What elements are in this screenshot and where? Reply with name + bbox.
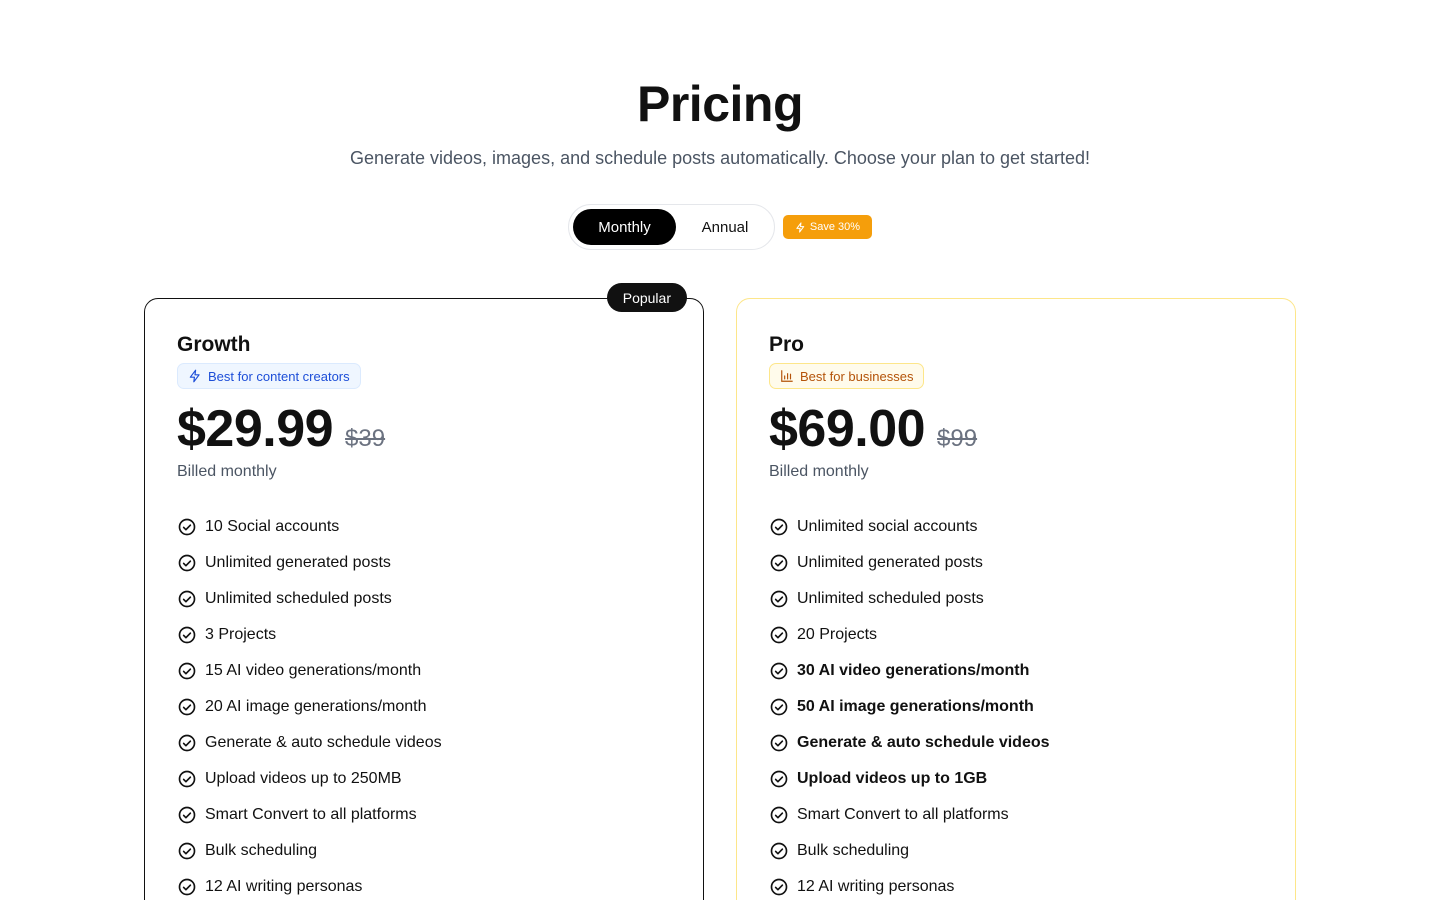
plan-name: Growth [177,333,251,356]
save-badge-label: Save 30% [809,221,861,233]
save-badge: Save 30% [783,215,872,239]
feature-label: 20 AI image generations/month [205,698,427,715]
plan-card-pro: Pro Best for businesses $69.00 $99 Bille… [736,298,1296,900]
feature-item: 20 Projects [769,617,1269,653]
check-circle-icon [770,734,788,752]
feature-label: Upload videos up to 1GB [797,770,988,787]
price-row: $29.99 $39 [177,399,385,459]
feature-item: Upload videos up to 1GB [769,761,1269,797]
plan-tag-label: Best for businesses [800,368,914,384]
check-circle-icon [178,554,196,572]
check-circle-icon [770,590,788,608]
check-circle-icon [770,626,788,644]
feature-item: Unlimited generated posts [177,545,677,581]
check-circle-icon [178,842,196,860]
check-circle-icon [770,770,788,788]
price-row: $69.00 $99 [769,399,977,459]
feature-item: Bulk scheduling [769,833,1269,869]
popular-badge: Popular [606,283,687,312]
check-circle-icon [770,698,788,716]
feature-label: Bulk scheduling [797,842,910,859]
feature-label: 15 AI video generations/month [205,662,422,679]
feature-label: Unlimited generated posts [797,554,983,571]
feature-item: Upload videos up to 250MB [177,761,677,797]
plan-tag: Best for businesses [769,363,925,389]
plan-name: Pro [769,333,805,356]
feature-item: Bulk scheduling [177,833,677,869]
feature-item: Unlimited social accounts [769,509,1269,545]
feature-label: 10 Social accounts [205,518,340,535]
check-circle-icon [178,698,196,716]
plan-tag-label: Best for content creators [208,368,350,384]
feature-label: Unlimited generated posts [205,554,391,571]
plan-card-growth: Popular Growth Best for content creators… [144,283,704,900]
feature-label: Smart Convert to all platforms [797,806,1009,823]
lightning-icon [796,221,805,233]
feature-item: 30 AI video generations/month [769,653,1269,689]
pricing-page: Pricing Generate videos, images, and sch… [0,0,1440,900]
feature-label: 12 AI writing personas [205,878,363,895]
check-circle-icon [178,734,196,752]
feature-item: Smart Convert to all platforms [177,797,677,833]
plan-old-price: $99 [937,425,978,452]
toggle-annual[interactable]: Annual [679,209,771,245]
feature-item: 12 AI writing personas [769,869,1269,900]
bar-chart-icon [781,370,793,382]
plan-price: $29.99 [177,400,334,458]
feature-label: Unlimited scheduled posts [205,590,392,607]
feature-item: Unlimited scheduled posts [769,581,1269,617]
toggle-monthly[interactable]: Monthly [573,209,676,245]
feature-label: Unlimited social accounts [797,518,978,535]
check-circle-icon [178,806,196,824]
feature-label: 50 AI image generations/month [797,698,1034,715]
billing-note: Billed monthly [769,463,869,480]
plan-tag: Best for content creators [177,363,361,389]
feature-item: 15 AI video generations/month [177,653,677,689]
check-circle-icon [178,878,196,896]
lightning-icon [189,369,200,383]
feature-item: 12 AI writing personas [177,869,677,900]
check-circle-icon [770,806,788,824]
page-title: Pricing [637,76,803,132]
feature-item: 20 AI image generations/month [177,689,677,725]
check-circle-icon [178,626,196,644]
feature-list: 10 Social accounts Unlimited generated po… [177,509,677,900]
feature-label: 30 AI video generations/month [797,662,1030,679]
check-circle-icon [770,842,788,860]
page-subtitle: Generate videos, images, and schedule po… [349,148,1091,168]
feature-label: Upload videos up to 250MB [205,770,402,787]
check-circle-icon [178,662,196,680]
feature-item: Unlimited generated posts [769,545,1269,581]
feature-label: Generate & auto schedule videos [797,734,1050,751]
feature-item: Smart Convert to all platforms [769,797,1269,833]
feature-list: Unlimited social accounts Unlimited gener… [769,509,1269,900]
check-circle-icon [178,590,196,608]
billing-toggle: Monthly Annual [568,204,775,250]
billing-note: Billed monthly [177,463,277,480]
feature-label: Bulk scheduling [205,842,318,859]
feature-item: Unlimited scheduled posts [177,581,677,617]
check-circle-icon [770,662,788,680]
feature-item: 10 Social accounts [177,509,677,545]
feature-item: Generate & auto schedule videos [769,725,1269,761]
feature-label: 12 AI writing personas [797,878,955,895]
check-circle-icon [770,554,788,572]
feature-item: Generate & auto schedule videos [177,725,677,761]
check-circle-icon [770,518,788,536]
feature-label: 20 Projects [797,626,878,643]
check-circle-icon [178,518,196,536]
check-circle-icon [178,770,196,788]
feature-label: Smart Convert to all platforms [205,806,417,823]
feature-label: Unlimited scheduled posts [797,590,984,607]
plan-price: $69.00 [769,400,926,458]
feature-item: 3 Projects [177,617,677,653]
plan-old-price: $39 [345,425,386,452]
check-circle-icon [770,878,788,896]
feature-label: 3 Projects [205,626,277,643]
feature-label: Generate & auto schedule videos [205,734,442,751]
feature-item: 50 AI image generations/month [769,689,1269,725]
